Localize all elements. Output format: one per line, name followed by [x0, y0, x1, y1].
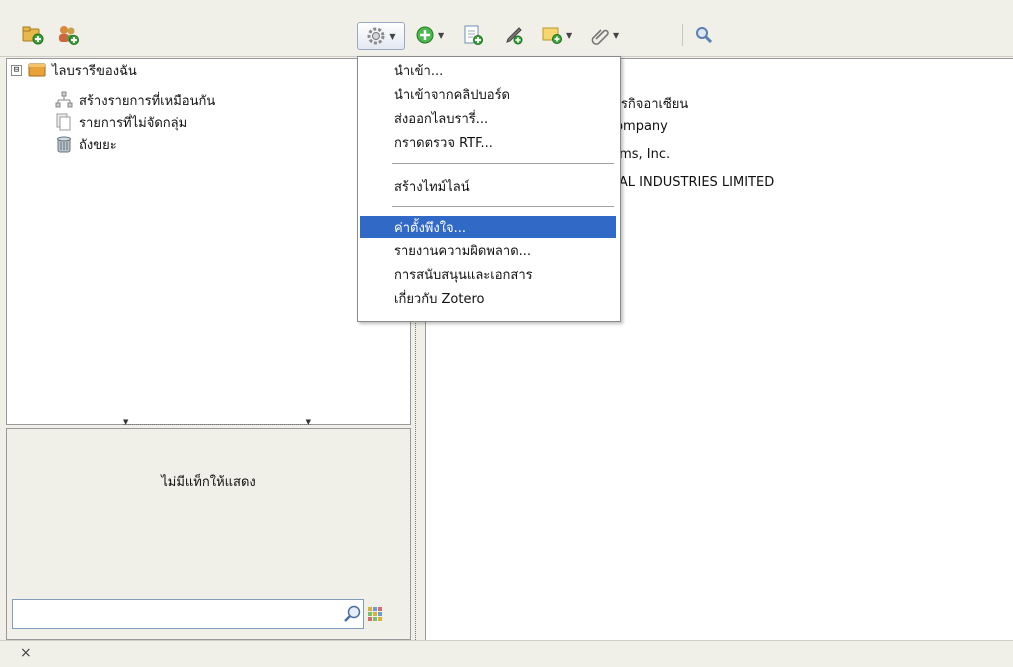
- actions-menu-button[interactable]: ▼: [357, 22, 405, 50]
- status-bar: ×: [0, 640, 1013, 667]
- trash-icon: [57, 136, 71, 153]
- no-tags-message: ไม่มีแท็กให้แสดง: [161, 475, 256, 490]
- new-group-icon: [59, 26, 79, 45]
- item-row[interactable]: ICAL INDUSTRIES LIMITED: [606, 175, 774, 190]
- menu-item-about-zotero[interactable]: เกี่ยวกับ Zotero: [360, 287, 616, 309]
- add-attachment-button[interactable]: ▼: [590, 22, 619, 48]
- chevron-down-icon: ▼: [438, 30, 445, 40]
- actions-menu: นำเข้า... นำเข้าจากคลิปบอร์ด ส่งออกไลบรา…: [357, 56, 621, 322]
- search-icon: [696, 27, 713, 44]
- duplicate-items-icon: [55, 91, 73, 108]
- menu-item-report-errors[interactable]: รายงานความผิดพลาด...: [360, 239, 616, 261]
- collection-trash[interactable]: ถังขยะ: [55, 134, 117, 154]
- close-icon[interactable]: ×: [20, 645, 32, 661]
- menu-item-rtf-scan[interactable]: กราดตรวจ RTF...: [360, 131, 616, 153]
- new-note-button[interactable]: ▼: [541, 22, 572, 48]
- menu-item-export-library[interactable]: ส่งออกไลบรารี่...: [360, 107, 616, 129]
- menu-item-create-timeline[interactable]: สร้างไทม์ไลน์: [360, 175, 616, 197]
- magnifier-icon[interactable]: [343, 604, 363, 624]
- advanced-search-button[interactable]: [694, 22, 714, 48]
- gear-icon: [367, 27, 385, 45]
- splitter-grip[interactable]: ▼ ▼: [123, 418, 311, 426]
- chevron-down-icon: ▼: [389, 31, 396, 41]
- pane-splitter-horizontal[interactable]: ▼ ▼: [6, 416, 411, 428]
- collapse-toggle[interactable]: ⊟: [11, 64, 22, 76]
- collection-label: สร้างรายการที่เหมือนกัน: [79, 93, 216, 109]
- tag-actions-icon[interactable]: [368, 607, 382, 621]
- collection-label: ไลบรารีของฉัน: [52, 63, 137, 79]
- menu-item-import-clipboard[interactable]: นำเข้าจากคลิปบอร์ด: [360, 83, 616, 105]
- new-standalone-note-button[interactable]: [503, 22, 525, 48]
- collection-label: ถังขยะ: [79, 137, 117, 153]
- unfiled-items-icon: [56, 113, 71, 131]
- tag-selector: ไม่มีแท็กให้แสดง: [6, 428, 411, 640]
- menu-item-import[interactable]: นำเข้า...: [360, 59, 616, 81]
- toolbar: ▼ ▼ ▼ ▼: [0, 0, 1013, 57]
- library-icon: [28, 63, 46, 77]
- chevron-down-icon: ▼: [566, 30, 573, 40]
- collection-my-library[interactable]: ⊟ ไลบรารีของฉัน: [11, 60, 137, 80]
- tag-search-field[interactable]: [12, 599, 364, 629]
- menu-separator: [392, 163, 614, 164]
- collection-duplicate-items[interactable]: สร้างรายการที่เหมือนกัน: [55, 90, 215, 110]
- new-collection-icon: [22, 26, 44, 45]
- new-collection-button[interactable]: [22, 22, 44, 48]
- collection-unfiled-items[interactable]: รายการที่ไม่จัดกลุ่ม: [55, 112, 187, 132]
- toolbar-separator: [682, 24, 683, 46]
- menu-separator: [392, 206, 614, 207]
- add-by-identifier-icon: [464, 25, 483, 45]
- collections-pane: ⊟ ไลบรารีของฉัน สร้างรายการที่เหมือนกัน …: [6, 58, 411, 425]
- new-item-icon: [416, 26, 434, 44]
- attachment-icon: [591, 29, 609, 45]
- add-by-identifier-button[interactable]: [462, 22, 484, 48]
- collection-label: รายการที่ไม่จัดกลุ่ม: [79, 115, 188, 131]
- pencil-icon: [506, 27, 523, 45]
- new-item-button[interactable]: ▼: [415, 22, 444, 48]
- new-note-icon: [542, 27, 562, 44]
- new-group-button[interactable]: [56, 22, 80, 48]
- chevron-down-icon: ▼: [613, 30, 620, 40]
- menu-item-support-docs[interactable]: การสนับสนุนและเอกสาร: [360, 263, 616, 285]
- menu-item-preferences[interactable]: ค่าตั้งพึงใจ...: [360, 216, 616, 238]
